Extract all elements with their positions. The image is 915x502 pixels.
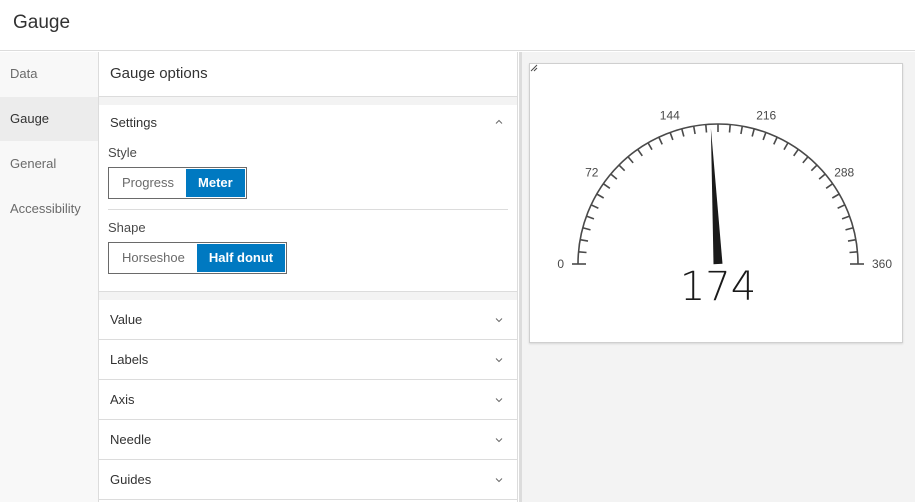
gauge-tick	[802, 156, 809, 164]
gauge-tick	[669, 132, 674, 141]
resize-handle-icon[interactable]	[530, 64, 538, 72]
chevron-down-icon	[495, 398, 503, 403]
gauge-tick	[647, 142, 653, 151]
gauge-tick	[579, 238, 589, 242]
gauge-tick	[847, 238, 857, 242]
tick-label-216: 216	[756, 109, 776, 123]
guides-section-header[interactable]: Guides	[99, 460, 517, 500]
style-option-meter[interactable]: Meter	[186, 169, 245, 197]
needle-label: Needle	[110, 432, 152, 447]
preview-area: 0 72 144 216 288 360 174	[519, 52, 915, 502]
tab-data[interactable]: Data	[0, 52, 98, 96]
gauge-tick	[845, 226, 854, 231]
gauge-tick	[773, 136, 778, 145]
gauge-tick	[831, 193, 840, 199]
settings-bottom	[99, 274, 517, 292]
shape-option-horseshoe[interactable]: Horseshoe	[110, 244, 197, 272]
gauge-needle	[710, 128, 723, 265]
gauge-tick	[692, 125, 696, 135]
chevron-down-icon	[495, 358, 503, 363]
gauge-tick	[602, 183, 611, 189]
labels-label: Labels	[110, 352, 149, 367]
gauge-tick-labels: 0 72 144 216 288 360	[557, 109, 892, 271]
guides-label: Guides	[110, 472, 152, 487]
side-tabs: Data Gauge General Accessibility	[0, 52, 99, 502]
shape-segmented-control: Horseshoe Half donut	[108, 242, 288, 274]
tab-general[interactable]: General	[0, 142, 98, 186]
options-panel: Gauge options Settings Style Progress Me…	[99, 52, 518, 502]
gauge-tick	[728, 124, 731, 133]
value-label: Value	[110, 312, 143, 327]
tick-label-288: 288	[834, 165, 854, 179]
style-label: Style	[108, 145, 137, 160]
chevron-down-icon	[495, 438, 503, 443]
gauge-tick	[680, 128, 685, 137]
gauge-tick	[627, 156, 634, 164]
gauge-tick	[837, 204, 846, 209]
needle-section-header[interactable]: Needle	[99, 420, 517, 460]
gauge-tick	[590, 204, 599, 209]
axis-section-header[interactable]: Axis	[99, 380, 517, 420]
gauge-tick	[783, 142, 789, 151]
panel-title: Gauge options	[99, 52, 517, 97]
settings-label: Settings	[110, 115, 157, 130]
gauge-tick	[618, 164, 626, 172]
style-segmented-control: Progress Meter	[108, 167, 247, 199]
style-option-progress[interactable]: Progress	[110, 169, 187, 197]
settings-section-header[interactable]: Settings	[99, 105, 517, 141]
gauge-tick	[751, 128, 756, 137]
tick-label-72: 72	[585, 165, 599, 179]
gauge-tick	[818, 173, 826, 180]
gauge-tick	[705, 124, 708, 133]
gauge-tick	[793, 148, 799, 157]
gauge-tick	[849, 251, 858, 254]
preview-splitter[interactable]	[519, 52, 522, 502]
divider	[108, 209, 508, 210]
gauge-tick	[810, 164, 818, 172]
title-bar: Gauge	[0, 0, 915, 51]
tick-label-144: 144	[660, 109, 680, 123]
value-section-header[interactable]: Value	[99, 300, 517, 340]
gauge-tick	[578, 251, 587, 254]
gauge-tick	[740, 125, 744, 135]
settings-body: Style Progress Meter Shape Horseshoe Hal…	[99, 145, 517, 274]
chevron-down-icon	[495, 478, 503, 483]
labels-section-header[interactable]: Labels	[99, 340, 517, 380]
shape-label: Shape	[108, 220, 146, 235]
tab-gauge[interactable]: Gauge	[0, 97, 98, 141]
tick-label-360: 360	[872, 257, 892, 271]
section-spacer	[99, 97, 517, 105]
tick-label-0: 0	[557, 257, 564, 271]
section-spacer	[99, 292, 517, 300]
chevron-up-icon	[495, 119, 503, 124]
gauge-card[interactable]: 0 72 144 216 288 360 174	[529, 63, 903, 343]
gauge-tick	[637, 148, 643, 157]
gauge-chart: 0 72 144 216 288 360 174	[557, 109, 892, 310]
gauge-tick	[596, 193, 605, 199]
gauge-tick	[610, 173, 618, 180]
gauge-tick	[582, 226, 591, 231]
gauge-tick	[586, 215, 595, 220]
shape-option-half-donut[interactable]: Half donut	[196, 244, 286, 272]
chevron-down-icon	[495, 318, 503, 323]
gauge-value: 174	[680, 264, 756, 310]
tab-accessibility[interactable]: Accessibility	[0, 187, 98, 231]
gauge-tick	[825, 183, 834, 189]
gauge-tick	[841, 215, 850, 220]
app-title: Gauge	[13, 12, 71, 33]
axis-label: Axis	[110, 392, 135, 407]
gauge-tick	[762, 132, 767, 141]
gauge-tick	[658, 136, 663, 145]
